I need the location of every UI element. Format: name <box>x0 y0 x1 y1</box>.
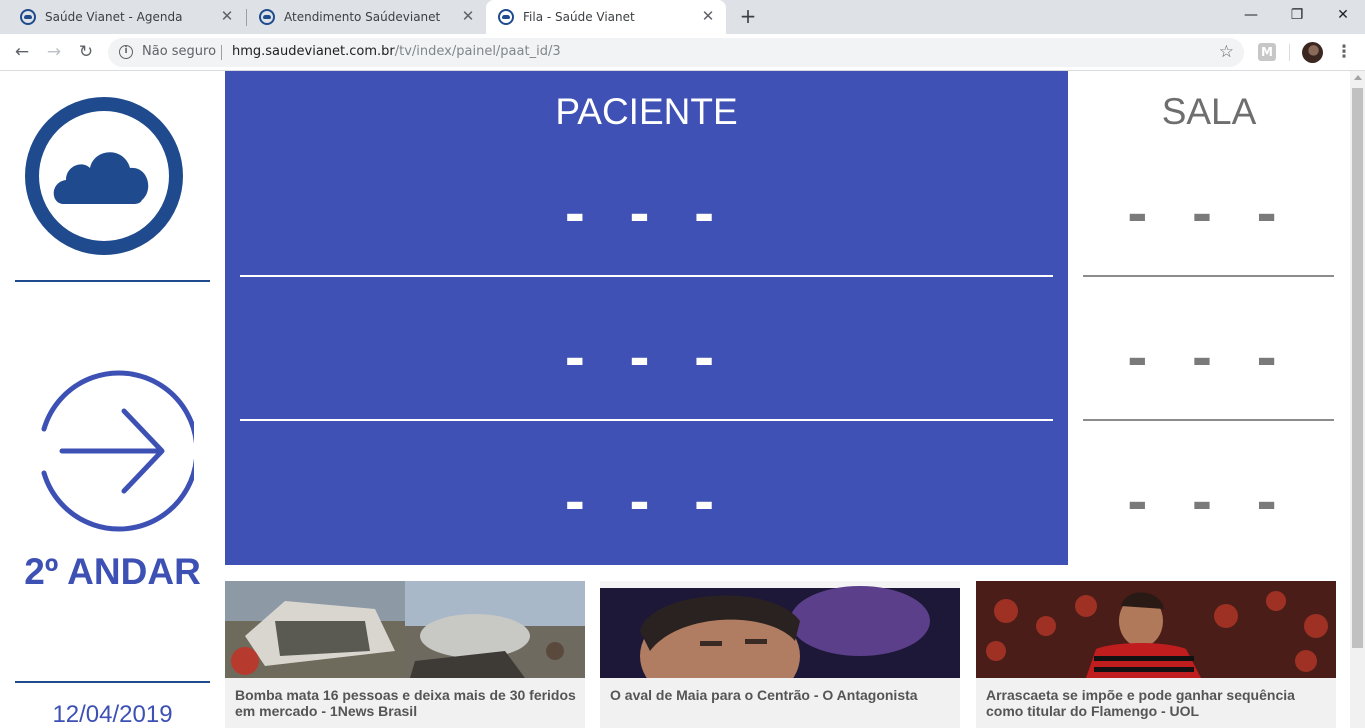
tab-title: Atendimento Saúdevianet <box>284 10 441 24</box>
patient-slot: - - - <box>564 179 729 246</box>
site-favicon-icon <box>259 9 275 25</box>
room-slot: - - - <box>1127 323 1291 390</box>
new-tab-button[interactable]: + <box>736 5 760 29</box>
news-photo-soccer <box>976 581 1336 678</box>
vertical-scrollbar[interactable] <box>1350 71 1365 728</box>
news-caption: Bomba mata 16 pessoas e deixa mais de 30… <box>235 687 576 719</box>
tab-title: Saúde Vianet - Agenda <box>45 10 183 24</box>
extension-m-icon[interactable]: M <box>1258 43 1276 61</box>
patient-slot: - - - <box>564 323 729 390</box>
tab-fila[interactable]: Fila - Saúde Vianet ✕ <box>486 0 726 34</box>
address-divider <box>221 45 222 60</box>
close-tab-icon[interactable]: ✕ <box>460 9 476 25</box>
divider <box>15 280 210 282</box>
url-host: hmg.saudevianet.com.br <box>232 44 395 59</box>
forward-button[interactable]: → <box>40 38 68 66</box>
site-favicon-icon <box>20 9 36 25</box>
row-divider <box>240 275 1053 277</box>
profile-avatar[interactable] <box>1302 42 1323 63</box>
divider <box>15 681 210 683</box>
tab-title: Fila - Saúde Vianet <box>523 10 635 24</box>
reload-button[interactable]: ↻ <box>72 38 100 66</box>
browser-menu-icon[interactable]: ⋮ <box>1334 39 1354 65</box>
bookmark-star-icon[interactable]: ☆ <box>1219 42 1234 62</box>
news-card[interactable]: O aval de Maia para o Centrão - O Antago… <box>600 581 960 728</box>
close-window-button[interactable]: ✕ <box>1320 0 1365 30</box>
news-photo-explosion <box>225 581 585 678</box>
info-icon[interactable]: i <box>119 45 133 59</box>
url-path: /tv/index/painel/paat_id/3 <box>394 44 561 59</box>
back-button[interactable]: ← <box>8 38 36 66</box>
news-caption: Arrascaeta se impõe e pode ganhar sequên… <box>986 687 1295 719</box>
scroll-up-icon[interactable] <box>1354 75 1362 80</box>
url-text: hmg.saudevianet.com.br/tv/index/painel/p… <box>232 44 561 59</box>
cloud-logo-icon <box>25 97 183 255</box>
restore-button[interactable]: ❐ <box>1274 0 1320 30</box>
date-label: 12/04/2019 <box>52 701 173 728</box>
security-label: Não seguro <box>142 44 217 59</box>
row-divider <box>1083 419 1334 421</box>
tab-strip: Saúde Vianet - Agenda ✕ Atendimento Saúd… <box>0 0 1365 34</box>
site-favicon-icon <box>498 9 514 25</box>
news-card[interactable]: Bomba mata 16 pessoas e deixa mais de 30… <box>225 581 585 728</box>
close-tab-icon[interactable]: ✕ <box>700 9 716 25</box>
room-slot: - - - <box>1127 179 1291 246</box>
tab-atendimento[interactable]: Atendimento Saúdevianet ✕ <box>247 0 486 34</box>
tab-agenda[interactable]: Saúde Vianet - Agenda ✕ <box>8 0 245 34</box>
paciente-header: PACIENTE <box>555 91 738 132</box>
patient-slot: - - - <box>564 467 729 534</box>
browser-toolbar: ← → ↻ i Não seguro hmg.saudevianet.com.b… <box>0 34 1365 71</box>
news-caption: O aval de Maia para o Centrão - O Antago… <box>610 687 918 703</box>
arrow-right-circle-icon <box>41 370 194 532</box>
toolbar-divider <box>1289 44 1290 61</box>
room-slot: - - - <box>1127 467 1291 534</box>
news-card[interactable]: Arrascaeta se impõe e pode ganhar sequên… <box>976 581 1336 728</box>
close-tab-icon[interactable]: ✕ <box>219 9 235 25</box>
room-panel: SALA - - - - - - - - - <box>1068 71 1350 565</box>
minimize-button[interactable]: — <box>1228 0 1274 30</box>
page-viewport: 2º ANDAR 12/04/2019 PACIENTE - - - - - -… <box>0 71 1350 728</box>
scrollbar-thumb[interactable] <box>1352 88 1363 648</box>
row-divider <box>240 419 1053 421</box>
address-bar[interactable]: i Não seguro hmg.saudevianet.com.br/tv/i… <box>108 38 1244 67</box>
sala-header: SALA <box>1161 91 1257 132</box>
news-photo-portrait <box>600 581 960 678</box>
patient-panel: PACIENTE - - - - - - - - - <box>225 71 1068 565</box>
row-divider <box>1083 275 1334 277</box>
floor-label: 2º ANDAR <box>24 551 201 592</box>
